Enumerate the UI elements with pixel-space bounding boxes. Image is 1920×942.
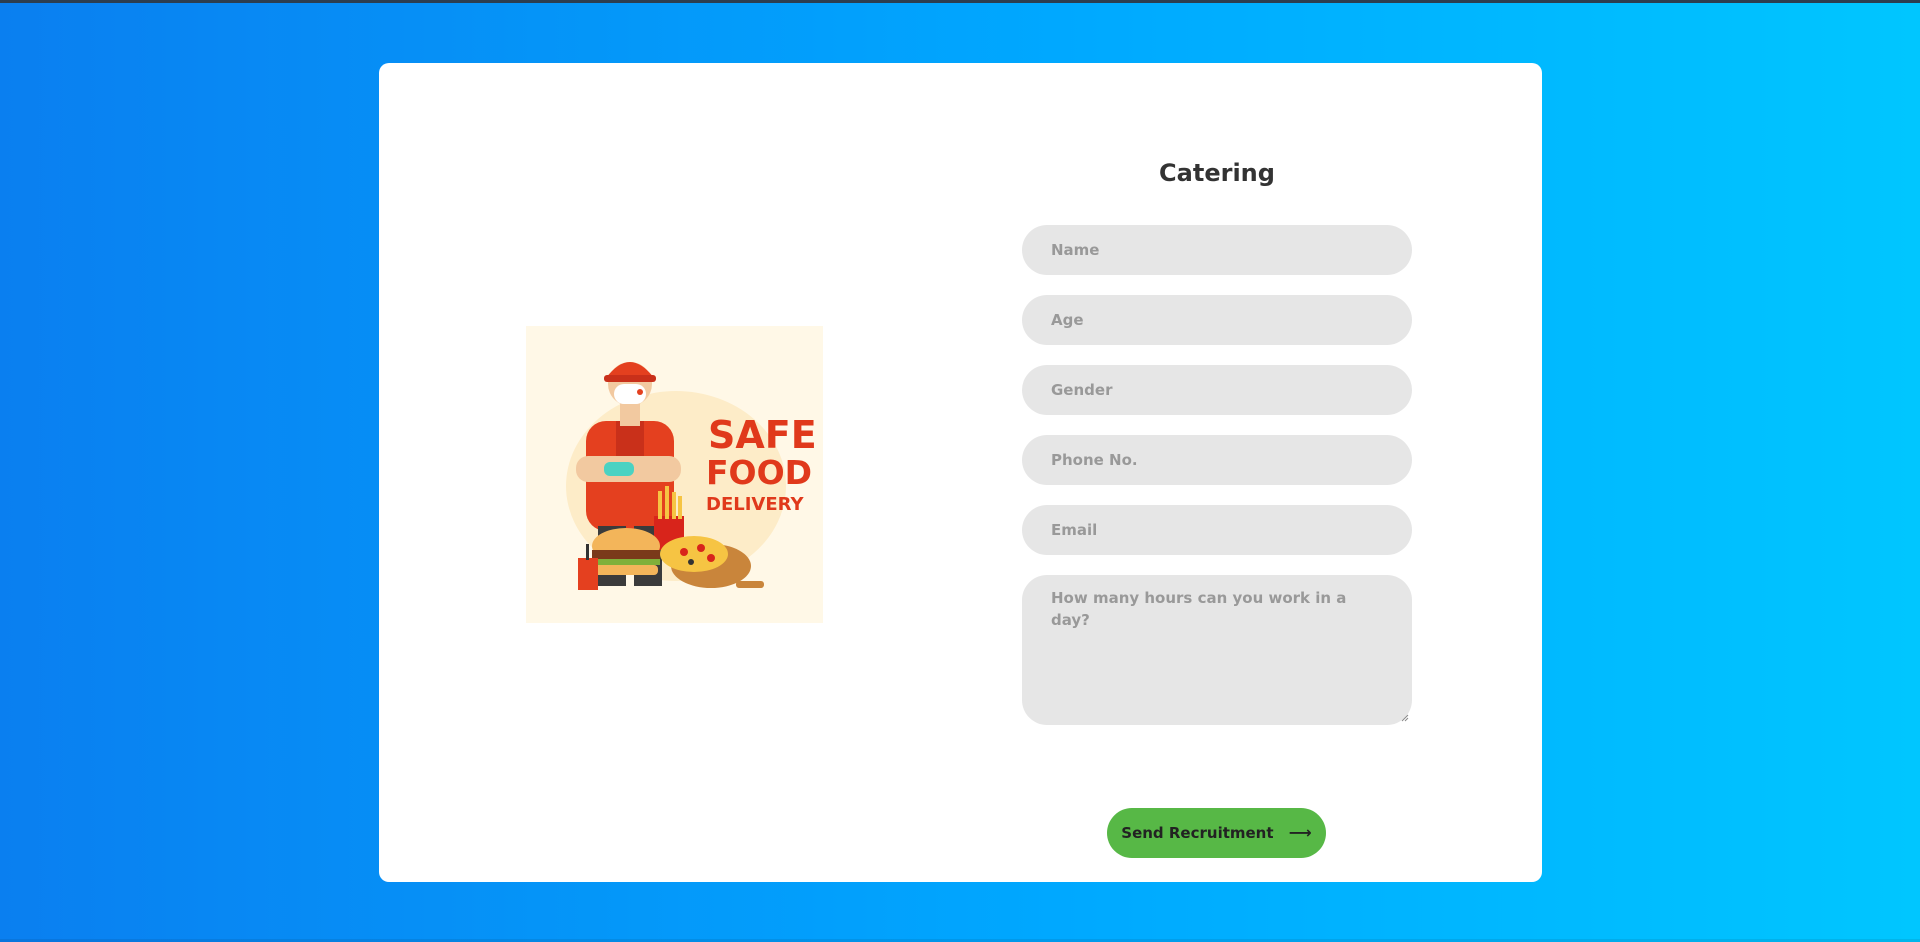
headline-safe: SAFE [708,413,817,457]
send-recruitment-label: Send Recruitment [1121,824,1274,842]
phone-input[interactable]: Phone No. [1022,435,1412,485]
headline-food: FOOD [706,453,812,492]
recruitment-form: Catering Name Age Gender Phone No. Email… [1022,153,1412,858]
resize-grip-icon[interactable] [1401,714,1409,722]
safe-food-delivery-illustration: SAFE FOOD DELIVERY [526,326,823,623]
email-placeholder: Email [1051,521,1098,539]
email-input[interactable]: Email [1022,505,1412,555]
headline-delivery: DELIVERY [706,494,805,515]
hours-textarea[interactable]: How many hours can you work in a day? [1022,575,1412,725]
name-input[interactable]: Name [1022,225,1412,275]
recruitment-card: SAFE FOOD DELIVERY Catering Name Age Gen… [379,63,1542,882]
top-border [0,0,1920,3]
gender-input[interactable]: Gender [1022,365,1412,415]
gender-placeholder: Gender [1051,381,1113,399]
phone-placeholder: Phone No. [1051,451,1138,469]
age-placeholder: Age [1051,311,1084,329]
send-recruitment-button[interactable]: Send Recruitment ⟶ [1107,808,1326,858]
age-input[interactable]: Age [1022,295,1412,345]
hours-placeholder: How many hours can you work in a day? [1051,589,1347,629]
form-title: Catering [1159,159,1275,187]
arrow-right-icon: ⟶ [1288,823,1312,842]
name-placeholder: Name [1051,241,1100,259]
